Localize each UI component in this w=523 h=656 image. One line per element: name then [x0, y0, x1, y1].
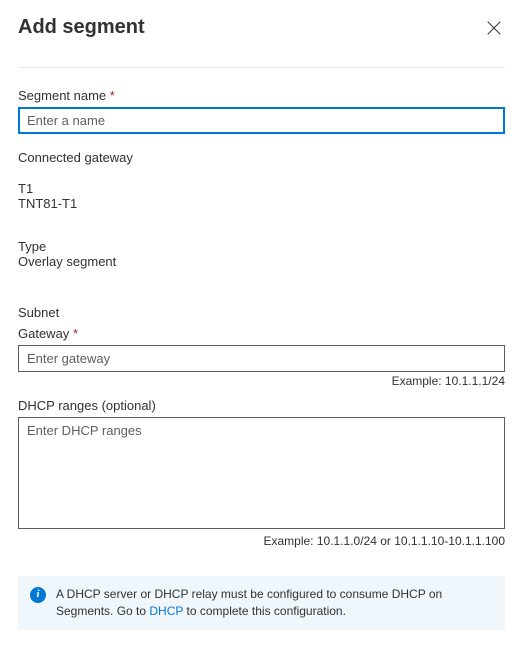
subnet-heading: Subnet: [18, 305, 505, 320]
dhcp-ranges-label: DHCP ranges (optional): [18, 398, 505, 413]
panel-header: Add segment: [18, 16, 505, 68]
gateway-label: Gateway *: [18, 326, 505, 341]
close-button[interactable]: [483, 17, 505, 39]
type-label: Type: [18, 239, 505, 254]
segment-name-label: Segment name *: [18, 88, 505, 103]
required-mark: *: [73, 326, 78, 341]
gateway-label-text: Gateway: [18, 326, 69, 341]
required-mark: *: [110, 88, 115, 103]
info-message: i A DHCP server or DHCP relay must be co…: [18, 576, 505, 630]
page-title: Add segment: [18, 16, 145, 39]
close-icon: [487, 23, 501, 38]
type-value: Overlay segment: [18, 254, 505, 269]
gateway-tier-label: T1: [18, 181, 505, 196]
segment-name-input[interactable]: [18, 107, 505, 134]
info-text-after: to complete this configuration.: [183, 604, 346, 618]
gateway-tier-value: TNT81-T1: [18, 196, 505, 211]
connected-gateway-heading: Connected gateway: [18, 150, 505, 165]
segment-name-label-text: Segment name: [18, 88, 106, 103]
dhcp-example: Example: 10.1.1.0/24 or 10.1.1.10-10.1.1…: [18, 534, 505, 548]
gateway-input[interactable]: [18, 345, 505, 372]
info-icon: i: [30, 587, 46, 603]
gateway-example: Example: 10.1.1.1/24: [18, 374, 505, 388]
dhcp-link[interactable]: DHCP: [149, 604, 183, 618]
info-text: A DHCP server or DHCP relay must be conf…: [56, 586, 493, 620]
dhcp-ranges-input[interactable]: [18, 417, 505, 529]
